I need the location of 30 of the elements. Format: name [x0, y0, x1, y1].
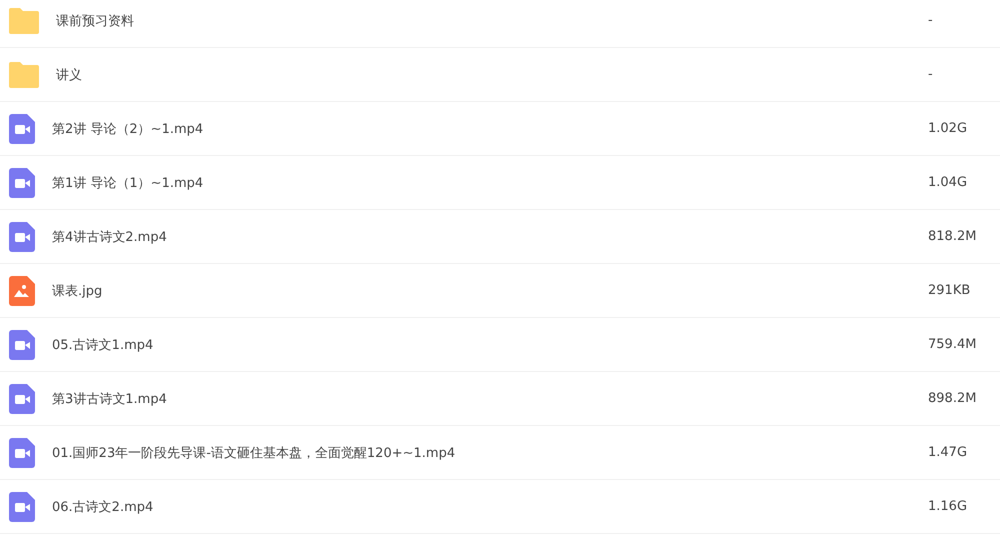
folder-icon [9, 8, 39, 34]
file-size: 1.16G [928, 499, 968, 514]
file-name[interactable]: 课前预习资料 [56, 12, 928, 30]
video-file-icon [9, 384, 35, 414]
file-size: 818.2M [928, 229, 978, 244]
file-name[interactable]: 讲义 [56, 66, 928, 84]
file-name[interactable]: 第4讲古诗文2.mp4 [52, 228, 928, 246]
file-name[interactable]: 第1讲 导论（1）~1.mp4 [52, 174, 928, 192]
file-name[interactable]: 课表.jpg [52, 282, 928, 300]
file-name[interactable]: 06.古诗文2.mp4 [52, 498, 928, 516]
file-size: 1.02G [928, 121, 968, 136]
folder-icon [9, 62, 39, 88]
file-size: 1.47G [928, 445, 968, 460]
video-file-icon [9, 438, 35, 468]
file-size: 898.2M [928, 391, 978, 406]
file-size: 759.4M [928, 337, 978, 352]
file-name[interactable]: 05.古诗文1.mp4 [52, 336, 928, 354]
video-file-icon [9, 222, 35, 252]
file-name[interactable]: 第2讲 导论（2）~1.mp4 [52, 120, 928, 138]
video-file-icon [9, 492, 35, 522]
file-size: 291KB [928, 283, 972, 298]
image-file-icon [9, 276, 35, 306]
video-file-icon [9, 114, 35, 144]
file-size: - [928, 13, 934, 28]
file-name[interactable]: 第3讲古诗文1.mp4 [52, 390, 928, 408]
file-size: 1.04G [928, 175, 968, 190]
file-name[interactable]: 01.国师23年一阶段先导课-语文砸住基本盘，全面觉醒120+~1.mp4 [52, 444, 928, 462]
video-file-icon [9, 330, 35, 360]
file-size: - [928, 67, 934, 82]
video-file-icon [9, 168, 35, 198]
